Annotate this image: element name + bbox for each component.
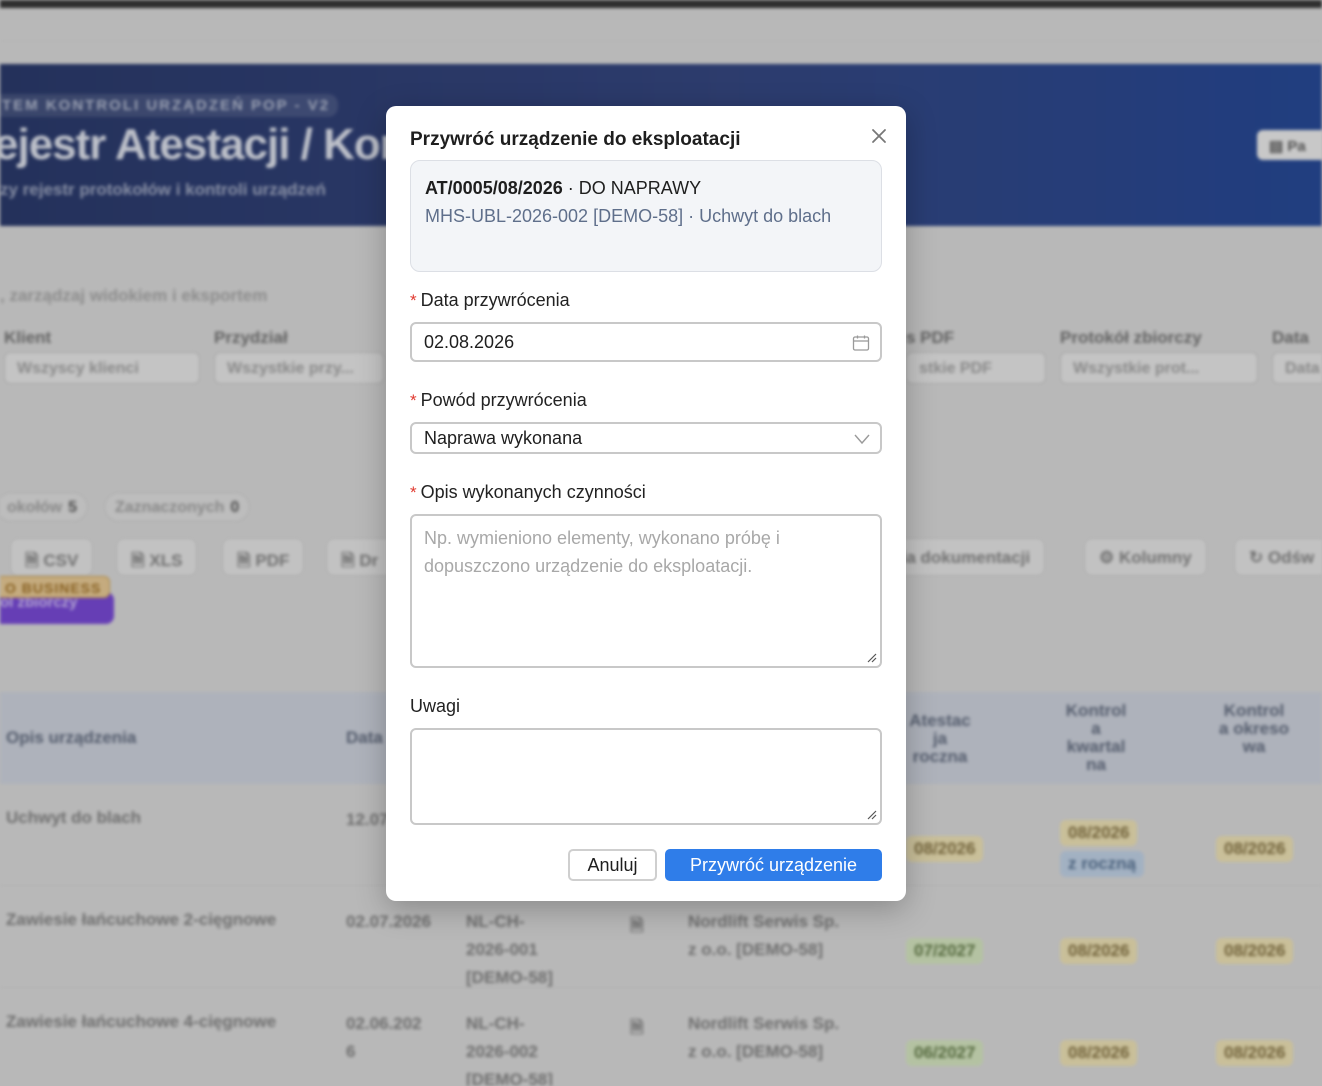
protocol-number: AT/0005/08/2026 bbox=[425, 178, 563, 198]
date-value: 02.08.2026 bbox=[424, 332, 515, 352]
chevron-down-icon bbox=[854, 434, 870, 445]
date-input[interactable]: 02.08.2026 bbox=[410, 322, 882, 362]
reason-value: Naprawa wykonana bbox=[424, 428, 583, 448]
description-placeholder: Np. wymieniono elementy, wykonano próbę … bbox=[424, 528, 780, 576]
restore-device-dialog: Przywróć urządzenie do eksploatacji AT/0… bbox=[386, 106, 906, 901]
restore-device-button[interactable]: Przywróć urządzenie bbox=[665, 849, 882, 881]
required-marker: * bbox=[410, 291, 417, 310]
calendar-icon[interactable] bbox=[852, 334, 870, 352]
resize-grip-icon[interactable] bbox=[865, 651, 877, 663]
dialog-title: Przywróć urządzenie do eksploatacji bbox=[410, 129, 741, 150]
reason-label: * Powód przywrócenia bbox=[410, 390, 587, 410]
description-label: * Opis wykonanych czynności bbox=[410, 482, 646, 502]
notes-label: Uwagi bbox=[410, 696, 461, 716]
resize-grip-icon[interactable] bbox=[865, 808, 877, 820]
reason-select[interactable]: Naprawa wykonana bbox=[410, 422, 882, 454]
device-line: MHS-UBL-2026-002 [DEMO-58] · Uchwyt do b… bbox=[425, 206, 832, 226]
required-marker: * bbox=[410, 483, 417, 502]
date-label: * Data przywrócenia bbox=[410, 290, 570, 310]
protocol-line: AT/0005/08/2026 · DO NAPRAWY bbox=[425, 175, 867, 201]
status-label: · DO NAPRAWY bbox=[567, 178, 702, 198]
cancel-button[interactable]: Anuluj bbox=[568, 849, 657, 881]
close-icon[interactable] bbox=[868, 125, 890, 147]
description-textarea[interactable]: Np. wymieniono elementy, wykonano próbę … bbox=[410, 514, 882, 668]
notes-textarea[interactable] bbox=[410, 728, 882, 825]
device-info-box: AT/0005/08/2026 · DO NAPRAWY MHS-UBL-202… bbox=[410, 160, 882, 272]
required-marker: * bbox=[410, 391, 417, 410]
